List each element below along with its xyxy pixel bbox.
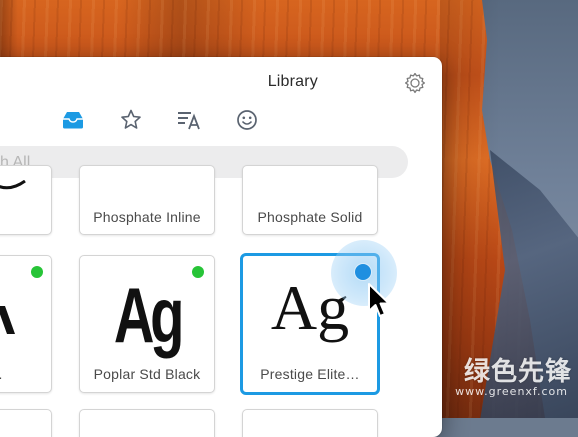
activate-toggle[interactable] [355, 264, 371, 280]
watermark-url: www.greenxf.com [455, 385, 568, 398]
inbox-tray-icon[interactable] [60, 108, 86, 132]
font-card-label: Poplar Std Black [93, 366, 201, 382]
smiley-face-icon[interactable] [234, 108, 260, 132]
font-card-label: Phosphate Inline [93, 209, 201, 225]
font-card[interactable]: Phosphate Inline [79, 165, 215, 235]
window-title: Library [267, 73, 318, 90]
font-card[interactable]: Phosphate Solid [242, 165, 378, 235]
font-card[interactable]: het… [0, 255, 52, 393]
gear-icon[interactable] [404, 72, 426, 94]
font-card-label: us [0, 209, 51, 225]
installed-indicator [31, 266, 43, 278]
text-lines-icon[interactable] [176, 108, 202, 132]
font-preview-glyph [0, 306, 15, 334]
watermark: 绿色先锋 www.greenxf.com [452, 351, 578, 418]
font-preview-glyph [0, 180, 26, 190]
title-bar: Library [0, 57, 442, 105]
font-card-label: het… [0, 366, 51, 382]
font-preview: Ag [113, 271, 185, 359]
toolbar [0, 106, 442, 138]
font-card[interactable]: Ag Poplar Std Black [79, 255, 215, 393]
star-icon[interactable] [118, 108, 144, 132]
font-card[interactable]: us [0, 165, 52, 235]
font-card[interactable] [242, 409, 378, 437]
mouse-pointer-icon [368, 283, 390, 317]
font-card-label: Phosphate Solid [257, 209, 363, 225]
font-card[interactable] [0, 409, 52, 437]
font-card-label: Prestige Elite… [260, 366, 360, 382]
font-card[interactable] [79, 409, 215, 437]
watermark-text: 绿色先锋 [463, 357, 572, 387]
